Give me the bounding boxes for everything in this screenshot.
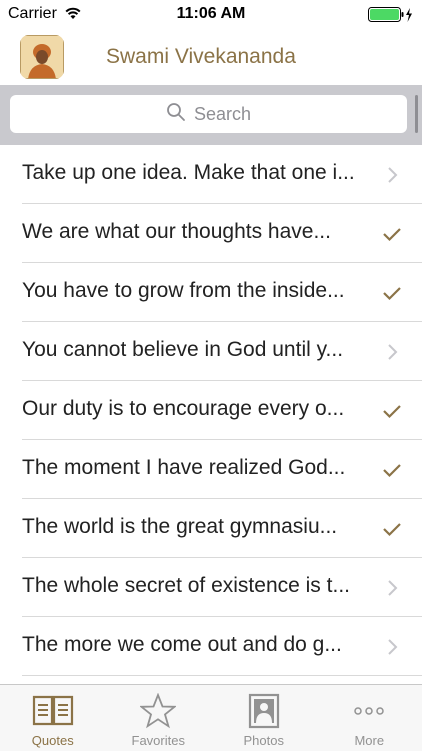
list-item[interactable]: The more we come out and do g...	[0, 617, 422, 676]
tab-label: Photos	[211, 733, 317, 748]
list-item[interactable]: We are what our thoughts have...	[0, 204, 422, 263]
quote-text: The more we come out and do g...	[22, 633, 342, 657]
list-item[interactable]: You cannot believe in God until y...	[0, 322, 422, 381]
nav-bar: Swami Vivekananda	[0, 30, 422, 85]
page-title: Swami Vivekananda	[106, 45, 296, 69]
search-icon	[166, 102, 186, 127]
quote-list: Take up one idea. Make that one i... We a…	[0, 145, 422, 676]
search-input[interactable]: Search	[10, 95, 407, 133]
chevron-right-icon	[382, 342, 402, 362]
quote-text: The world is the great gymnasiu...	[22, 515, 337, 539]
quote-text: You have to grow from the inside...	[22, 279, 345, 303]
scroll-indicator[interactable]	[415, 95, 418, 133]
checkmark-icon	[382, 224, 402, 244]
list-item[interactable]: The world is the great gymnasiu...	[0, 499, 422, 558]
tab-label: Favorites	[106, 733, 212, 748]
quote-text: You cannot believe in God until y...	[22, 338, 343, 362]
checkmark-icon	[382, 460, 402, 480]
checkmark-icon	[382, 519, 402, 539]
chevron-right-icon	[382, 165, 402, 185]
tab-label: Quotes	[0, 733, 106, 748]
tab-favorites[interactable]: Favorites	[106, 685, 212, 751]
quote-text: The moment I have realized God...	[22, 456, 345, 480]
tab-photos[interactable]: Photos	[211, 685, 317, 751]
quote-text: The whole secret of existence is t...	[22, 574, 350, 598]
more-icon	[317, 693, 422, 729]
star-icon	[106, 693, 212, 729]
app-logo	[20, 35, 64, 79]
book-icon	[0, 693, 106, 729]
row-separator	[22, 675, 422, 676]
status-bar: Carrier 11:06 AM	[0, 0, 422, 30]
search-placeholder: Search	[194, 104, 251, 125]
checkmark-icon	[382, 401, 402, 421]
tab-more[interactable]: More	[317, 685, 422, 751]
search-bar: Search	[0, 85, 422, 145]
list-item[interactable]: Our duty is to encourage every o...	[0, 381, 422, 440]
tab-quotes[interactable]: Quotes	[0, 685, 106, 751]
photo-icon	[211, 693, 317, 729]
quote-text: We are what our thoughts have...	[22, 220, 331, 244]
quote-text: Take up one idea. Make that one i...	[22, 161, 355, 185]
list-item[interactable]: The moment I have realized God...	[0, 440, 422, 499]
tab-bar: QuotesFavoritesPhotosMore	[0, 684, 422, 751]
list-item[interactable]: You have to grow from the inside...	[0, 263, 422, 322]
clock: 11:06 AM	[0, 5, 422, 23]
battery-icon	[368, 7, 414, 28]
checkmark-icon	[382, 283, 402, 303]
chevron-right-icon	[382, 578, 402, 598]
chevron-right-icon	[382, 637, 402, 657]
tab-label: More	[317, 733, 422, 748]
list-item[interactable]: The whole secret of existence is t...	[0, 558, 422, 617]
quote-text: Our duty is to encourage every o...	[22, 397, 344, 421]
list-item[interactable]: Take up one idea. Make that one i...	[0, 145, 422, 204]
